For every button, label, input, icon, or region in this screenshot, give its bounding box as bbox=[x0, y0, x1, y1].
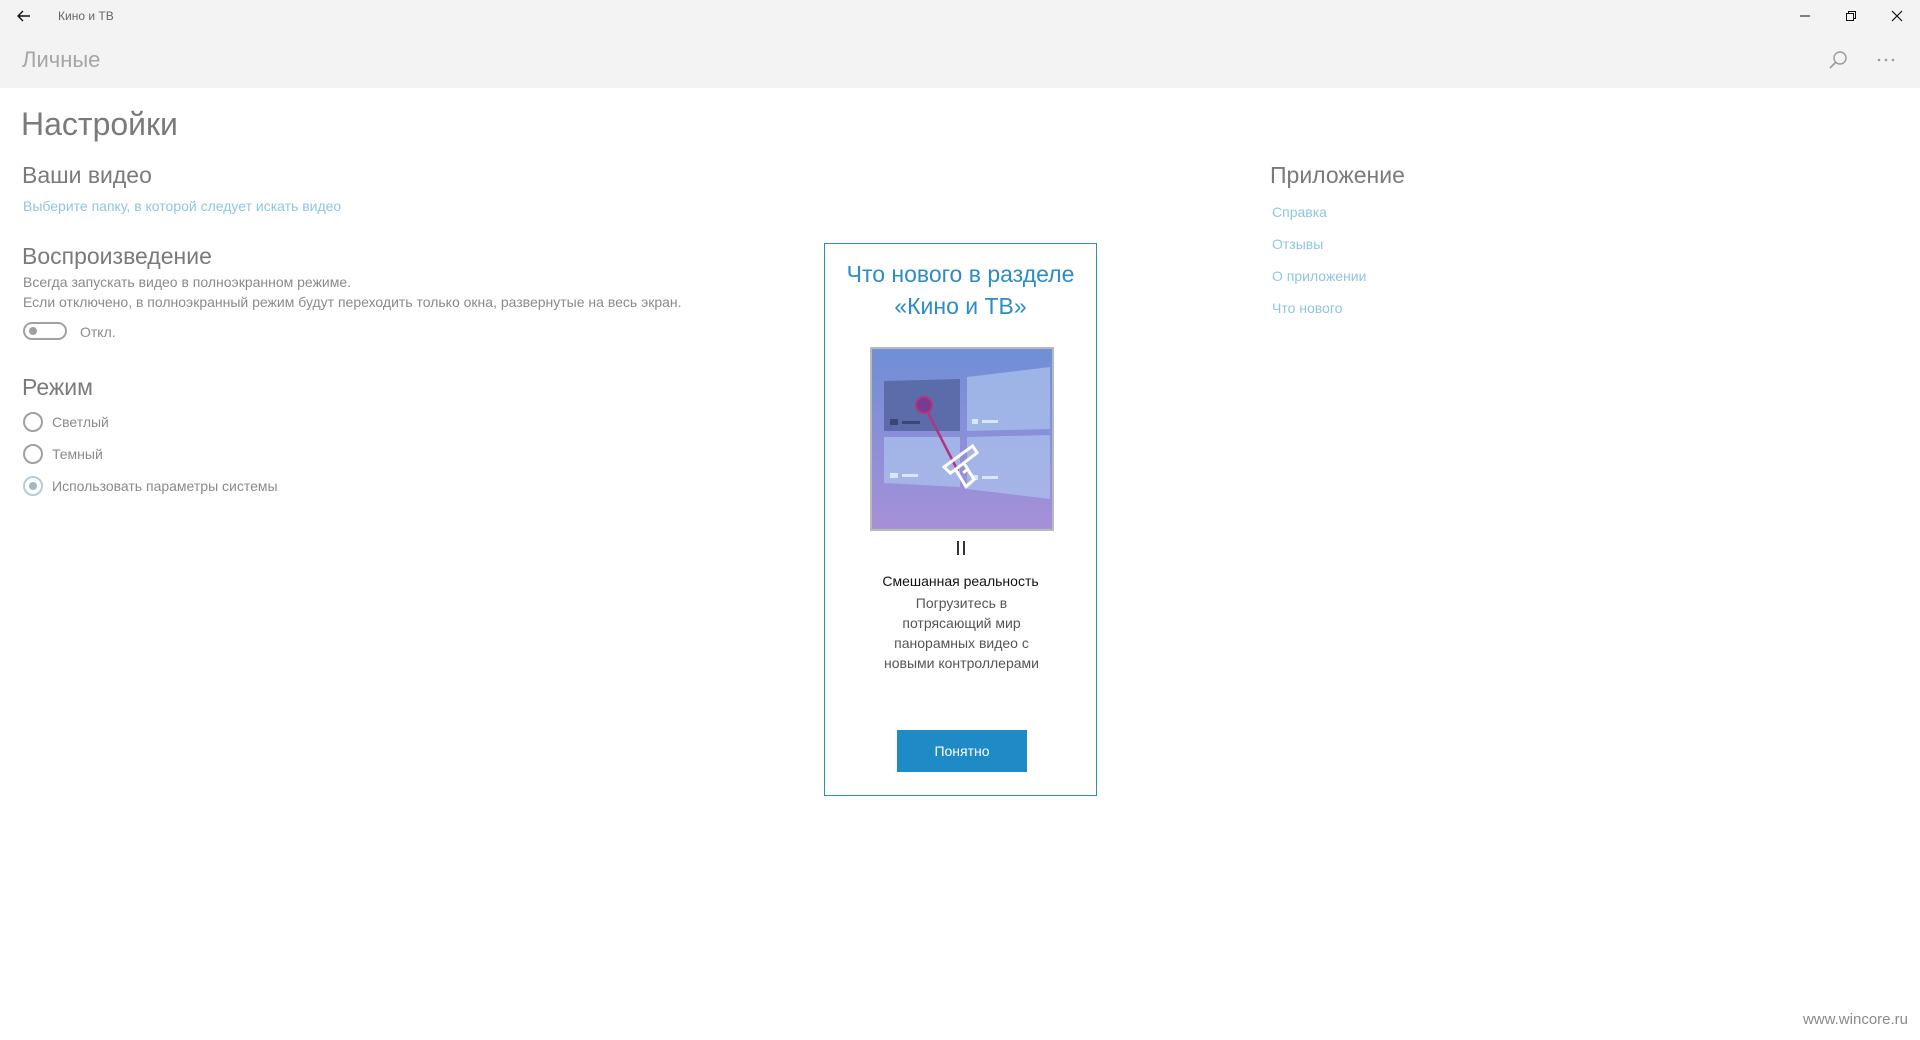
minimize-button[interactable] bbox=[1782, 0, 1828, 32]
nav-title[interactable]: Личные bbox=[22, 47, 100, 73]
search-button[interactable] bbox=[1820, 42, 1856, 78]
radio-button[interactable] bbox=[23, 444, 43, 464]
title-bar: Кино и ТВ bbox=[0, 0, 1920, 32]
search-icon bbox=[1829, 51, 1847, 69]
close-icon bbox=[1891, 10, 1903, 22]
mixed-reality-image bbox=[872, 349, 1052, 529]
whats-new-dialog: Что нового в разделе «Кино и ТВ» Смешанн… bbox=[824, 243, 1097, 796]
dialog-title: Что нового в разделе «Кино и ТВ» bbox=[846, 261, 1075, 319]
fullscreen-toggle[interactable] bbox=[23, 322, 67, 340]
got-it-button[interactable]: Понятно bbox=[897, 730, 1027, 772]
settings-content: Настройки Ваши видео Выберите папку, в к… bbox=[0, 88, 1920, 1040]
mixed-reality-illustration bbox=[870, 347, 1054, 531]
window-controls bbox=[1782, 0, 1920, 32]
nav-actions bbox=[1820, 42, 1904, 78]
dialog-subtitle: Смешанная реальность bbox=[882, 573, 1039, 589]
playback-description-2: Если отключено, в полноэкранный режим бу… bbox=[23, 294, 682, 310]
choose-folder-link[interactable]: Выберите папку, в которой следует искать… bbox=[23, 198, 341, 214]
help-link[interactable]: Справка bbox=[1272, 204, 1327, 220]
radio-label: Использовать параметры системы bbox=[52, 478, 278, 494]
radio-label: Темный bbox=[52, 446, 103, 462]
app-section-title: Приложение bbox=[1270, 162, 1405, 188]
feedback-link[interactable]: Отзывы bbox=[1272, 236, 1323, 252]
your-videos-title: Ваши видео bbox=[22, 162, 152, 188]
mode-option-light[interactable]: Светлый bbox=[23, 412, 109, 432]
playback-title: Воспроизведение bbox=[22, 243, 212, 269]
app-title: Кино и ТВ bbox=[58, 9, 114, 23]
pause-button[interactable] bbox=[953, 541, 969, 559]
mode-option-dark[interactable]: Темный bbox=[23, 444, 103, 464]
playback-description-1: Всегда запускать видео в полноэкранном р… bbox=[23, 274, 352, 290]
back-button[interactable] bbox=[0, 0, 48, 32]
mode-option-system[interactable]: Использовать параметры системы bbox=[23, 476, 278, 496]
pause-icon bbox=[957, 541, 959, 555]
minimize-icon bbox=[1800, 15, 1810, 17]
watermark: www.wincore.ru bbox=[1802, 1011, 1908, 1028]
fullscreen-toggle-label: Откл. bbox=[80, 324, 116, 340]
more-button[interactable] bbox=[1868, 42, 1904, 78]
radio-button-checked[interactable] bbox=[23, 476, 43, 496]
whats-new-link[interactable]: Что нового bbox=[1272, 300, 1342, 316]
about-link[interactable]: О приложении bbox=[1272, 268, 1366, 284]
page-title: Настройки bbox=[21, 106, 178, 142]
radio-button[interactable] bbox=[23, 412, 43, 432]
restore-icon bbox=[1846, 11, 1856, 21]
radio-label: Светлый bbox=[52, 414, 109, 430]
pause-icon-bar bbox=[963, 541, 965, 555]
restore-button[interactable] bbox=[1828, 0, 1874, 32]
arrow-left-icon bbox=[17, 10, 30, 22]
toggle-knob bbox=[29, 327, 37, 335]
mode-title: Режим bbox=[22, 374, 93, 400]
more-icon bbox=[1877, 58, 1895, 62]
dialog-description: Погрузитесь в потрясающий мир панорамных… bbox=[884, 595, 1039, 671]
close-button[interactable] bbox=[1874, 0, 1920, 32]
top-navigation: Личные bbox=[0, 32, 1920, 88]
